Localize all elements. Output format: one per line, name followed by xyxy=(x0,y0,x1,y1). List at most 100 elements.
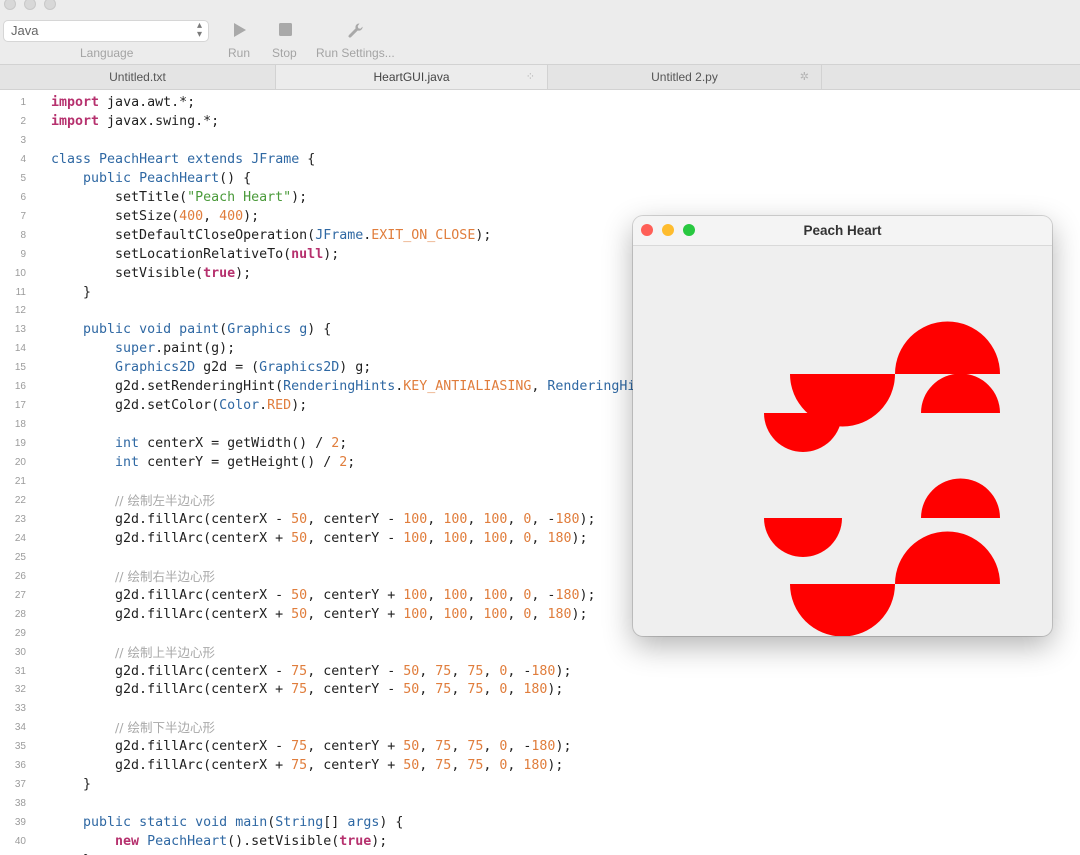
code-line[interactable]: 6 setTitle("Peach Heart"); xyxy=(0,188,1080,207)
wrench-icon[interactable] xyxy=(347,22,364,39)
tab-label: Untitled 2.py xyxy=(651,70,718,84)
code-text: // 绘制上半边心形 xyxy=(115,644,215,660)
window-title-bar[interactable]: Peach Heart xyxy=(633,216,1052,246)
code-text: setVisible(true); xyxy=(51,265,252,281)
tab-label: HeartGUI.java xyxy=(373,70,450,84)
stop-icon[interactable] xyxy=(278,22,293,37)
run-icon[interactable] xyxy=(232,22,248,38)
run-settings-label[interactable]: Run Settings... xyxy=(316,46,395,60)
code-line[interactable]: 41 } xyxy=(0,851,1080,855)
arc-bottom-half-lower-left xyxy=(764,518,842,557)
code-text: // 绘制右半边心形 xyxy=(115,568,215,584)
stop-label[interactable]: Stop xyxy=(272,46,297,60)
zoom-window-button[interactable] xyxy=(44,0,56,10)
line-number: 4 xyxy=(20,153,26,165)
code-text: g2d.fillArc(centerX + 50, centerY - 100,… xyxy=(51,530,588,546)
code-line[interactable]: 39 public static void main(String[] args… xyxy=(0,813,1080,832)
arc-top-half-lower-mid xyxy=(895,531,1000,584)
line-number: 13 xyxy=(14,324,26,336)
line-number: 8 xyxy=(20,229,26,241)
code-line[interactable]: 34 // 绘制下半边心形 xyxy=(0,718,1080,737)
tab-status-icon: ✲ xyxy=(799,71,809,83)
code-line[interactable]: 2 import javax.swing.*; xyxy=(0,112,1080,131)
tab-status-icon: ⁘ xyxy=(525,71,535,83)
code-line[interactable]: 32 g2d.fillArc(centerX + 75, centerY - 5… xyxy=(0,680,1080,699)
line-number: 25 xyxy=(14,551,26,563)
line-number: 32 xyxy=(14,684,26,696)
line-number: 20 xyxy=(14,457,26,469)
window-controls xyxy=(4,0,56,12)
code-line[interactable]: 40 new PeachHeart().setVisible(true); xyxy=(0,832,1080,851)
line-number: 35 xyxy=(14,741,26,753)
code-text: // 绘制左半边心形 xyxy=(115,492,215,508)
code-text: new PeachHeart().setVisible(true); xyxy=(115,834,388,850)
code-line[interactable]: 4 class PeachHeart extends JFrame { xyxy=(0,150,1080,169)
code-line[interactable]: 37 } xyxy=(0,775,1080,794)
code-line[interactable]: 5 public PeachHeart() { xyxy=(0,169,1080,188)
code-text: import javax.swing.*; xyxy=(51,113,220,129)
code-text: setTitle("Peach Heart"); xyxy=(51,189,308,205)
line-number: 3 xyxy=(20,134,26,146)
tab-untitled-2-py[interactable]: Untitled 2.py ✲ xyxy=(548,65,822,89)
tab-label: Untitled.txt xyxy=(109,70,166,84)
arc-top-half-upper-right xyxy=(895,321,1000,374)
line-number: 16 xyxy=(14,381,26,393)
line-number: 19 xyxy=(14,438,26,450)
language-select[interactable]: Java ▴ ▾ xyxy=(3,20,209,42)
line-number: 18 xyxy=(14,419,26,431)
code-text: setLocationRelativeTo(null); xyxy=(51,246,340,262)
line-number: 36 xyxy=(14,760,26,772)
line-number: 28 xyxy=(14,608,26,620)
run-label[interactable]: Run xyxy=(228,46,250,60)
code-line[interactable]: 3 xyxy=(0,131,1080,150)
line-number: 27 xyxy=(14,589,26,601)
line-number: 5 xyxy=(20,172,26,184)
code-line[interactable]: 31 g2d.fillArc(centerX - 75, centerY - 5… xyxy=(0,662,1080,681)
code-text: } xyxy=(51,777,92,793)
line-number: 22 xyxy=(14,494,26,506)
code-text: g2d.fillArc(centerX + 50, centerY + 100,… xyxy=(51,606,588,622)
code-text: int centerX = getWidth() / 2; xyxy=(115,436,348,452)
code-text: g2d.fillArc(centerX + 75, centerY - 50, … xyxy=(51,682,564,698)
code-text: public static void main(String[] args) { xyxy=(83,815,404,831)
code-text: } xyxy=(51,851,91,855)
peach-heart-window[interactable]: Peach Heart xyxy=(633,216,1052,636)
line-number: 10 xyxy=(14,267,26,279)
code-line[interactable]: 1 import java.awt.*; xyxy=(0,93,1080,112)
line-number: 6 xyxy=(20,191,26,203)
arc-top-half-lower-right xyxy=(921,478,1000,518)
code-line[interactable]: 36 g2d.fillArc(centerX + 75, centerY + 5… xyxy=(0,756,1080,775)
code-text: g2d.fillArc(centerX + 75, centerY + 50, … xyxy=(51,758,564,774)
code-line[interactable]: 33 xyxy=(0,699,1080,718)
line-number: 9 xyxy=(20,248,26,260)
tab-untitled-txt[interactable]: Untitled.txt xyxy=(0,65,276,89)
code-text: public void paint(Graphics g) { xyxy=(83,322,332,338)
code-text: } xyxy=(51,284,92,300)
code-text: g2d.fillArc(centerX - 75, centerY + 50, … xyxy=(51,739,572,755)
line-number: 21 xyxy=(14,476,26,487)
line-number: 34 xyxy=(14,722,26,734)
code-text: int centerY = getHeight() / 2; xyxy=(115,455,356,471)
code-text: // 绘制下半边心形 xyxy=(115,720,215,736)
code-text: public PeachHeart() { xyxy=(83,170,252,186)
line-number: 1 xyxy=(20,97,26,108)
tab-bar: Untitled.txt HeartGUI.java ⁘ Untitled 2.… xyxy=(0,64,1080,90)
line-number: 15 xyxy=(14,362,26,374)
code-text: super.paint(g); xyxy=(115,341,236,357)
code-line[interactable]: 30 // 绘制上半边心形 xyxy=(0,643,1080,662)
close-window-button[interactable] xyxy=(4,0,16,10)
tab-heartgui-java[interactable]: HeartGUI.java ⁘ xyxy=(276,65,548,89)
line-number: 29 xyxy=(14,627,26,639)
drawing-canvas xyxy=(764,321,1000,636)
updown-chevron-icon: ▴ ▾ xyxy=(196,20,202,40)
line-number: 24 xyxy=(14,532,26,544)
arc-top-half-inner-right xyxy=(921,373,1000,413)
minimize-window-button[interactable] xyxy=(24,0,36,10)
code-text: g2d.fillArc(centerX - 75, centerY - 50, … xyxy=(51,663,572,679)
code-line[interactable]: 35 g2d.fillArc(centerX - 75, centerY + 5… xyxy=(0,737,1080,756)
language-label: Language xyxy=(80,46,134,60)
line-number: 17 xyxy=(14,400,26,412)
code-line[interactable]: 38 xyxy=(0,794,1080,813)
tab-bar-filler xyxy=(822,65,1080,89)
code-text: setSize(400, 400); xyxy=(51,208,260,224)
